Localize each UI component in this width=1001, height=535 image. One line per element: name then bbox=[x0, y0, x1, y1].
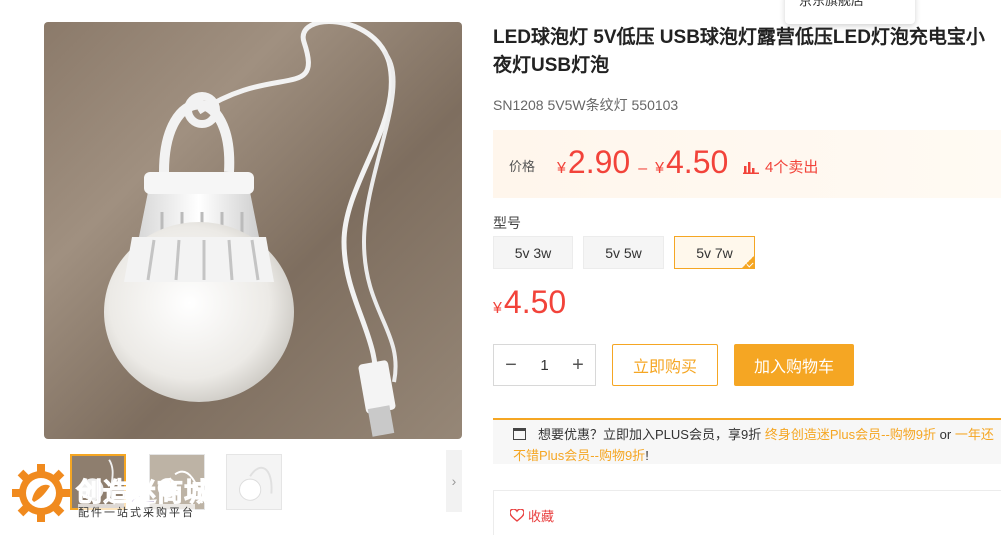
option-5v-5w[interactable]: 5v 5w bbox=[583, 236, 664, 269]
price-range: ¥ 2.90 – ¥ 4.50 bbox=[557, 144, 729, 180]
gear-logo-icon bbox=[12, 464, 70, 522]
option-5v-7w[interactable]: 5v 7w bbox=[674, 236, 755, 269]
qty-increase-button[interactable]: + bbox=[561, 345, 595, 385]
product-sku: SN1208 5V5W条纹灯 550103 bbox=[493, 97, 679, 113]
site-logo[interactable]: 创造迷商城 配件一站式采购平台 bbox=[12, 462, 222, 524]
selected-check-icon bbox=[741, 255, 755, 269]
price-label: 价格 bbox=[509, 159, 536, 174]
thumbnail-3[interactable] bbox=[226, 454, 282, 510]
price-panel: 价格 ¥ 2.90 – ¥ 4.50 4个卖出 bbox=[493, 130, 1001, 198]
logo-subtitle: 配件一站式采购平台 bbox=[78, 504, 195, 520]
favorite-bar: 收藏 bbox=[493, 490, 1001, 535]
model-label: 型号 bbox=[493, 215, 521, 231]
bulb-photo bbox=[104, 22, 398, 437]
favorite-button[interactable]: 收藏 bbox=[510, 506, 554, 525]
price-max: 4.50 bbox=[666, 144, 729, 180]
sold-count: 4个卖出 bbox=[743, 156, 818, 177]
main-product-image[interactable] bbox=[44, 22, 462, 439]
store-dropdown-item[interactable]: 京东旗舰店 bbox=[799, 0, 864, 9]
plus-promo: 想要优惠？立即加入PLUS会员，享9折 终身创造迷Plus会员--购物9折 or… bbox=[493, 418, 1001, 464]
quantity-stepper: − 1 + bbox=[493, 344, 596, 386]
add-to-cart-button[interactable]: 加入购物车 bbox=[734, 344, 854, 386]
product-title: LED球泡灯 5V低压 USB球泡灯露营低压LED灯泡充电宝小夜灯USB灯泡 bbox=[493, 27, 985, 76]
qty-input[interactable]: 1 bbox=[528, 345, 561, 385]
option-5v-3w[interactable]: 5v 3w bbox=[493, 236, 573, 269]
card-icon bbox=[513, 428, 526, 440]
qty-decrease-button[interactable]: − bbox=[494, 345, 528, 385]
buy-now-button[interactable]: 立即购买 bbox=[612, 344, 718, 386]
price-min: 2.90 bbox=[567, 144, 631, 180]
selected-price: ¥ 4.50 bbox=[493, 284, 567, 320]
heart-icon bbox=[510, 509, 524, 522]
plus-lifetime-link[interactable]: 终身创造迷Plus会员--购物9折 bbox=[765, 427, 936, 442]
bar-chart-icon bbox=[743, 161, 759, 174]
store-dropdown[interactable]: 京东旗舰店 bbox=[785, 0, 915, 24]
thumb-next-button[interactable]: › bbox=[446, 450, 462, 512]
thumb-bulb-icon bbox=[227, 455, 281, 509]
